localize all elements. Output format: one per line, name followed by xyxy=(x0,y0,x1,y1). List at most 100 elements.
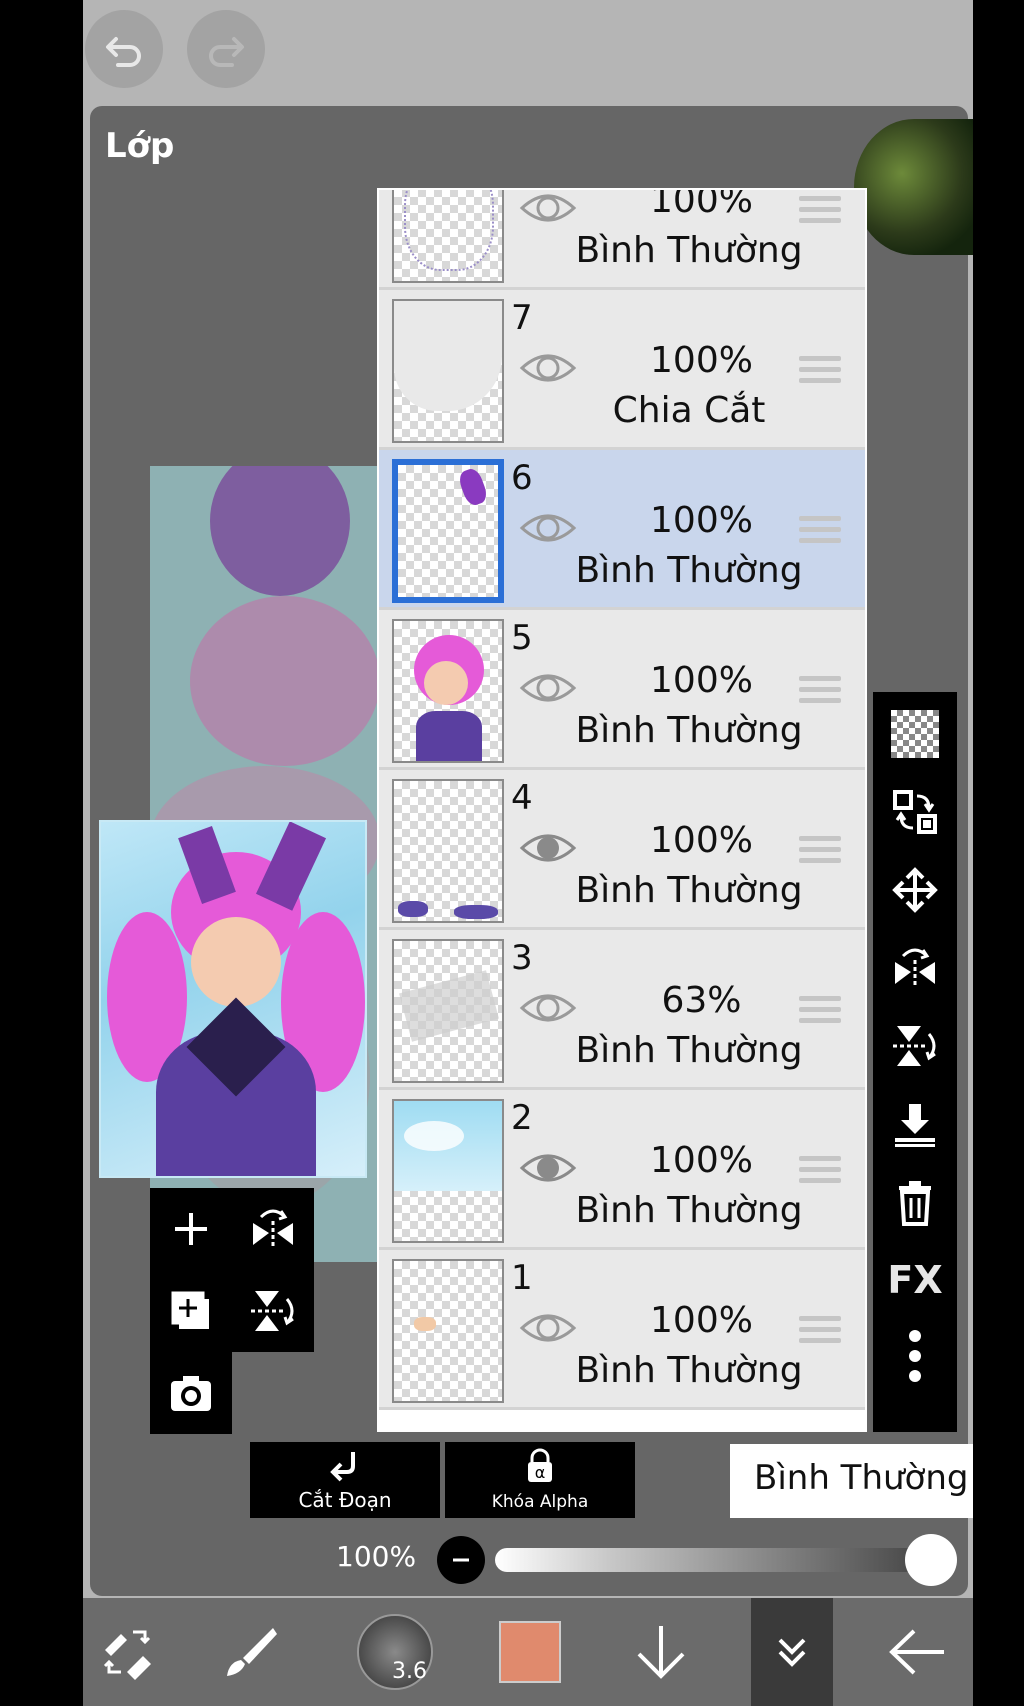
down-arrow-button[interactable] xyxy=(617,1608,705,1696)
layer-thumbnail[interactable] xyxy=(392,1099,504,1243)
brush-size-value: 3.6 xyxy=(392,1659,427,1684)
trash-icon[interactable] xyxy=(887,1174,943,1230)
redo-button[interactable] xyxy=(187,10,265,88)
add-layer-button[interactable] xyxy=(150,1188,232,1270)
flip-vertical-button[interactable] xyxy=(232,1270,314,1352)
layer-thumbnail[interactable] xyxy=(392,299,504,443)
drag-handle-icon[interactable] xyxy=(799,1316,841,1346)
layer-opacity: 63% xyxy=(661,980,742,1021)
back-button[interactable] xyxy=(873,1608,961,1696)
layer-row[interactable]: 3 63% Bình Thường xyxy=(379,930,865,1090)
layer-side-toolbar: FX xyxy=(873,692,957,1432)
layer-opacity: 100% xyxy=(650,660,753,701)
minus-icon xyxy=(453,1558,469,1562)
drag-handle-icon[interactable] xyxy=(799,196,841,226)
layer-thumbnail[interactable] xyxy=(392,619,504,763)
drag-handle-icon[interactable] xyxy=(799,1156,841,1186)
double-chevron-down-icon xyxy=(778,1638,806,1667)
eye-filled-icon[interactable] xyxy=(519,1148,577,1188)
layer-thumbnail[interactable] xyxy=(392,779,504,923)
eye-outline-icon[interactable] xyxy=(519,348,577,388)
layer-blend-mode: Chia Cắt xyxy=(612,390,766,431)
layer-number: 2 xyxy=(511,1098,533,1138)
undo-button[interactable] xyxy=(85,10,163,88)
layer-swap-icon[interactable] xyxy=(887,784,943,840)
layer-blend-mode: Bình Thường xyxy=(575,1030,803,1071)
lock-alpha-icon: α xyxy=(528,1448,552,1482)
camera-button[interactable] xyxy=(150,1352,232,1434)
plus-icon xyxy=(175,1213,207,1245)
color-picker-button[interactable] xyxy=(486,1608,574,1696)
layer-row[interactable]: 2 100% Bình Thường xyxy=(379,1090,865,1250)
camera-icon xyxy=(171,1376,211,1411)
duplicate-layer-button[interactable] xyxy=(150,1270,232,1352)
opacity-decrease-button[interactable] xyxy=(437,1536,485,1584)
move-icon[interactable] xyxy=(887,862,943,918)
clip-button[interactable]: Cắt Đoạn xyxy=(250,1442,440,1518)
layer-blend-mode: Bình Thường xyxy=(575,710,803,751)
layer-opacity: 100% xyxy=(650,340,753,381)
arrow-left-icon xyxy=(889,1629,944,1675)
layer-number: 1 xyxy=(511,1258,533,1298)
opacity-slider-knob[interactable] xyxy=(905,1534,957,1586)
drag-handle-icon[interactable] xyxy=(799,356,841,386)
user-avatar[interactable] xyxy=(854,119,973,255)
brush-size-button[interactable]: 3.6 xyxy=(351,1608,439,1696)
eye-outline-icon[interactable] xyxy=(519,1308,577,1348)
layer-row[interactable]: 7 100% Chia Cắt xyxy=(379,290,865,450)
layer-thumbnail[interactable] xyxy=(392,190,504,283)
layer-row-selected[interactable]: 6 100% Bình Thường xyxy=(379,450,865,610)
arrow-down-icon xyxy=(637,1626,685,1679)
flip-horizontal-button[interactable] xyxy=(232,1188,314,1270)
flip-horizontal-icon[interactable] xyxy=(887,940,943,996)
alpha-lock-button[interactable]: α Khóa Alpha xyxy=(445,1442,635,1518)
layer-blend-mode: Bình Thường xyxy=(575,230,803,271)
eye-outline-icon[interactable] xyxy=(519,988,577,1028)
eye-outline-icon[interactable] xyxy=(519,668,577,708)
canvas-preview-thumbnail[interactable] xyxy=(99,820,367,1178)
tool-switch-button[interactable] xyxy=(83,1608,171,1696)
layer-number: 3 xyxy=(511,938,533,978)
undo-icon xyxy=(106,37,141,67)
brush-tool-button[interactable] xyxy=(207,1608,295,1696)
layer-thumbnail[interactable] xyxy=(392,1259,504,1403)
layer-opacity: 100% xyxy=(650,820,753,861)
blend-mode-select[interactable]: Bình Thường xyxy=(730,1444,973,1518)
brush-eraser-swap-icon xyxy=(103,1630,151,1680)
layer-row[interactable]: 100% Bình Thường xyxy=(379,188,865,290)
layer-opacity: 100% xyxy=(650,500,753,541)
layer-row[interactable]: 1 100% Bình Thường xyxy=(379,1250,865,1410)
fx-button[interactable]: FX xyxy=(887,1252,943,1308)
layer-opacity: 100% xyxy=(650,1140,753,1181)
more-options-icon[interactable] xyxy=(887,1328,943,1384)
drag-handle-icon[interactable] xyxy=(799,836,841,866)
bottom-toolbar: 3.6 xyxy=(83,1598,973,1706)
drag-handle-icon[interactable] xyxy=(799,676,841,706)
eye-outline-icon[interactable] xyxy=(519,508,577,548)
layer-thumbnail[interactable] xyxy=(392,939,504,1083)
opacity-slider-track[interactable] xyxy=(495,1548,949,1572)
layer-number: 5 xyxy=(511,618,533,658)
transparency-checker-icon[interactable] xyxy=(887,706,943,762)
flip-vertical-icon[interactable] xyxy=(887,1018,943,1074)
panel-title: Lớp xyxy=(105,126,175,166)
layer-thumbnail[interactable] xyxy=(392,459,504,603)
layer-row[interactable]: 5 100% Bình Thường xyxy=(379,610,865,770)
clip-arrow-icon xyxy=(330,1452,355,1482)
app-root: Lớp 100% Bình Thường 7 100% Chia Cắt 6 1… xyxy=(0,0,1024,1706)
layers-panel-button[interactable] xyxy=(751,1598,833,1706)
layer-add-toolbar xyxy=(150,1188,314,1434)
layer-blend-mode: Bình Thường xyxy=(575,870,803,911)
layer-blend-mode: Bình Thường xyxy=(575,1190,803,1231)
layer-row[interactable]: 4 100% Bình Thường xyxy=(379,770,865,930)
eye-filled-icon[interactable] xyxy=(519,828,577,868)
drag-handle-icon[interactable] xyxy=(799,516,841,546)
brush-icon xyxy=(227,1628,277,1676)
layer-number: 4 xyxy=(511,778,533,818)
layer-blend-mode: Bình Thường xyxy=(575,550,803,591)
svg-text:α: α xyxy=(535,1463,546,1482)
layer-list[interactable]: 100% Bình Thường 7 100% Chia Cắt 6 100% … xyxy=(377,188,867,1432)
eye-outline-icon[interactable] xyxy=(519,188,577,228)
drag-handle-icon[interactable] xyxy=(799,996,841,1026)
merge-down-icon[interactable] xyxy=(887,1096,943,1152)
